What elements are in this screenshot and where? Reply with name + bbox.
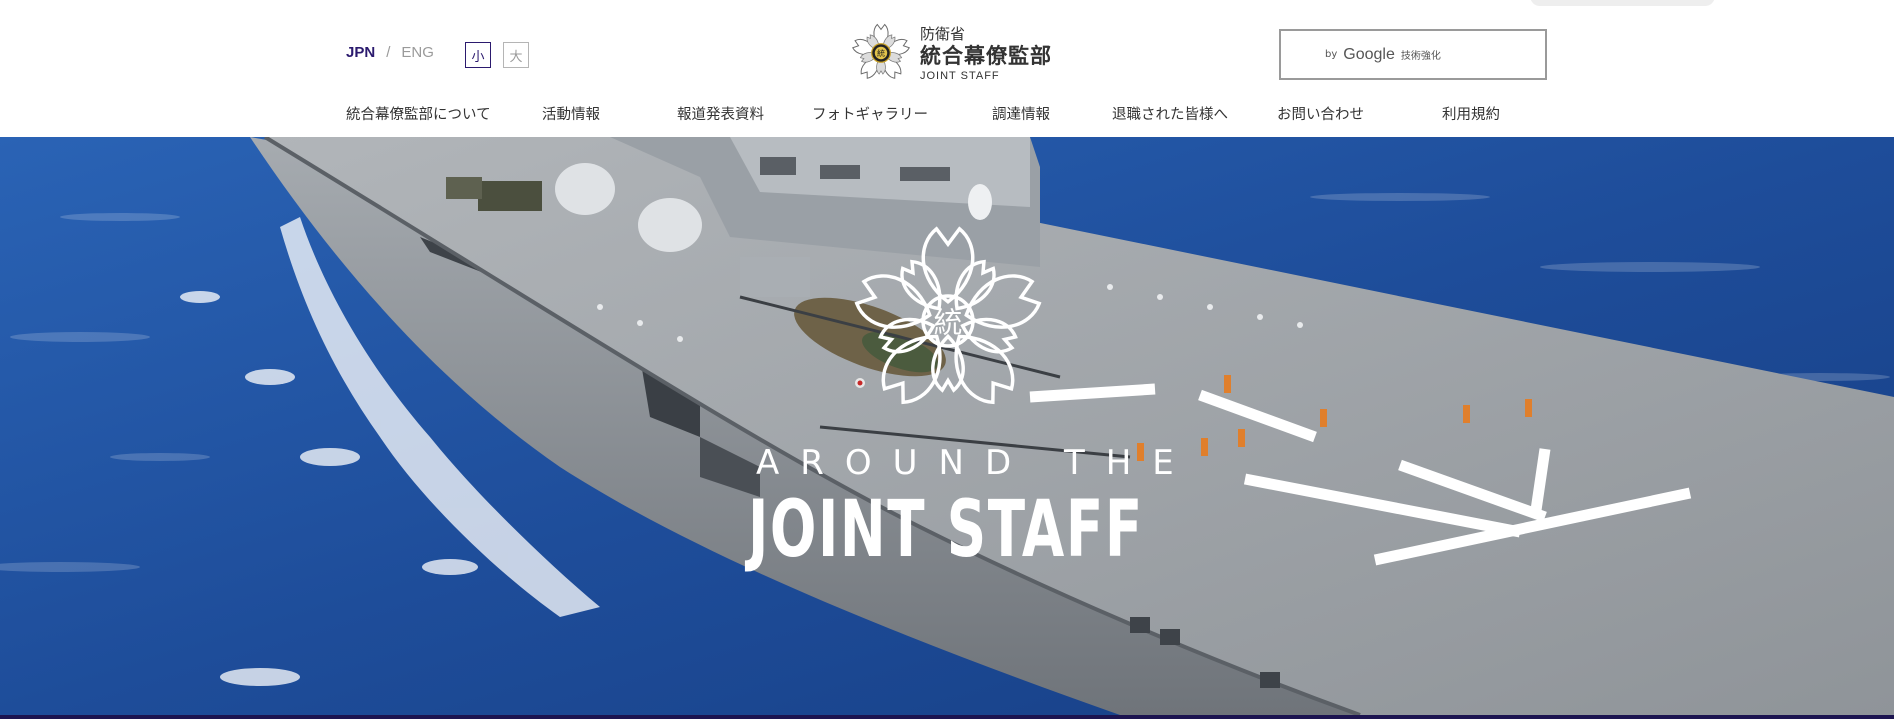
nav-item-contact[interactable]: お問い合わせ [1277, 103, 1364, 124]
hero-heading-line2: JOINT STAFF [748, 485, 1144, 575]
hero-banner: 統 AROUND THE JOINT STAFF [0, 137, 1894, 715]
top-utility-pill [1530, 0, 1715, 6]
logo-en: JOINT STAFF [920, 69, 1000, 82]
language-switcher: JPN / ENG [346, 44, 434, 61]
logo-text: 防衛省 統合幕僚監部 JOINT STAFF [920, 25, 1052, 82]
font-size-small-button[interactable]: 小 [465, 42, 491, 68]
lang-jpn-link[interactable]: JPN [346, 44, 375, 61]
lang-separator: / [386, 44, 391, 61]
nav-item-procurement[interactable]: 調達情報 [992, 103, 1050, 124]
hero-ship-photo [0, 137, 1894, 715]
global-nav: 統合幕僚監部について 活動情報 報道発表資料 フォトギャラリー 調達情報 退職さ… [346, 103, 1546, 133]
nav-item-terms[interactable]: 利用規約 [1442, 103, 1500, 124]
logo-ministry: 防衛省 [920, 24, 966, 43]
site-logo[interactable]: 統 防衛省 統合幕僚監部 JOINT STAFF [850, 22, 1052, 84]
site-search-input[interactable]: by Google 技術強化 [1279, 29, 1547, 80]
emblem-char: 統 [877, 48, 885, 58]
nav-item-gallery[interactable]: フォトギャラリー [812, 103, 928, 124]
nav-item-about[interactable]: 統合幕僚監部について [346, 103, 491, 124]
nav-item-retirees[interactable]: 退職された皆様へ [1112, 103, 1228, 124]
hero-emblem-char: 統 [934, 306, 963, 340]
hero-heading-line1: AROUND THE [756, 443, 1195, 483]
sakura-outline-emblem-icon: 統 [854, 226, 1042, 405]
nav-item-activities[interactable]: 活動情報 [542, 103, 600, 124]
search-by-label: by [1325, 49, 1338, 60]
sakura-emblem-icon: 統 [852, 23, 910, 79]
site-header: JPN / ENG 小 大 統 防衛省 統合幕僚監部 JOINT STAFF b… [0, 0, 1894, 137]
lang-eng-link[interactable]: ENG [401, 44, 434, 61]
nav-item-press[interactable]: 報道発表資料 [677, 103, 764, 124]
hero-bottom-bar [0, 715, 1894, 719]
font-size-large-button[interactable]: 大 [503, 42, 529, 68]
search-enhanced-label: 技術強化 [1400, 51, 1441, 62]
logo-name: 統合幕僚監部 [920, 42, 1052, 68]
search-google-label: Google [1343, 45, 1395, 63]
